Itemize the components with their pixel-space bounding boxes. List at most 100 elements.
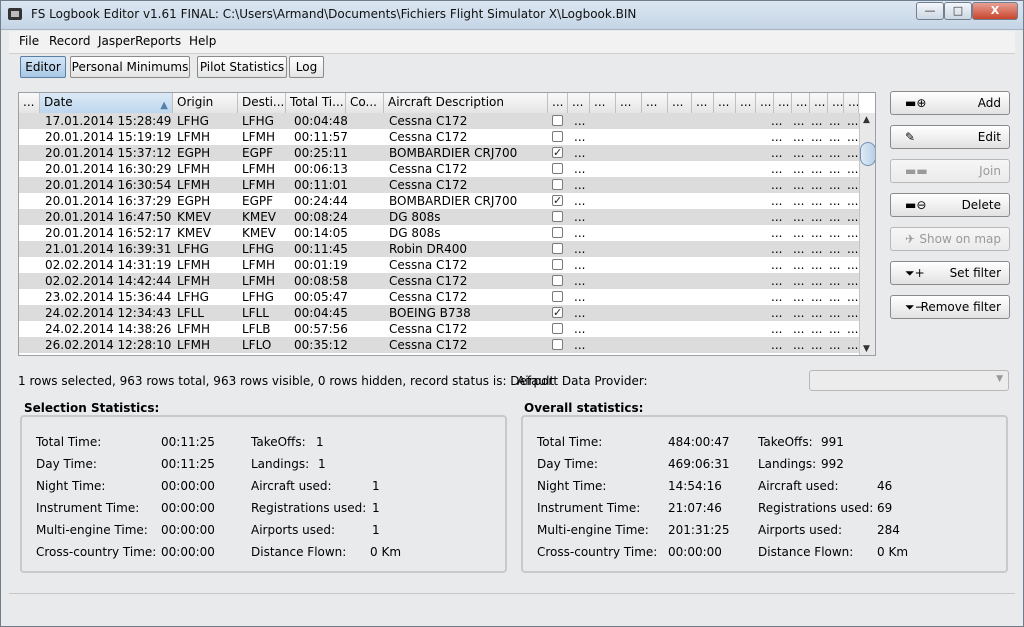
column-header[interactable]: ... [568, 93, 590, 113]
row-checkbox[interactable] [552, 179, 563, 190]
row-checkbox[interactable] [552, 323, 563, 334]
row-checkbox[interactable]: ✓ [552, 307, 563, 318]
stat-label: Total Time: [537, 435, 603, 449]
remove-filter-button[interactable]: ⏷− Remove filter [890, 295, 1010, 319]
menu-jasperreports[interactable]: JasperReports [98, 34, 181, 48]
row-checkbox[interactable] [552, 163, 563, 174]
table-cell-aircraft: Cessna C172 [389, 130, 468, 144]
column-header[interactable]: ... [714, 93, 736, 113]
airport-provider-select[interactable]: ▼ [809, 370, 1009, 391]
table-row[interactable]: 02.02.2014 14:42:44 LFMH LFMH 00:08:58 Cessn… [19, 273, 859, 289]
table-row[interactable]: 20.01.2014 16:47:50 KMEV KMEV 00:08:24 DG 80… [19, 209, 859, 225]
column-header[interactable]: ... [692, 93, 714, 113]
table-cell-date: 26.02.2014 12:28:10 [45, 338, 172, 352]
tab-pilot-statistics[interactable]: Pilot Statistics [197, 56, 287, 78]
close-button[interactable]: X [972, 2, 1018, 20]
column-header[interactable]: Co... [346, 93, 384, 113]
table-cell-ellipsis: ... [771, 226, 783, 240]
column-header[interactable]: Desti... [238, 93, 286, 113]
column-header[interactable]: ... [774, 93, 792, 113]
table-cell-ellipsis: ... [793, 258, 805, 272]
table-cell-ellipsis: ... [811, 130, 823, 144]
row-checkbox[interactable]: ✓ [552, 147, 563, 158]
row-checkbox[interactable] [552, 291, 563, 302]
row-checkbox[interactable] [552, 259, 563, 270]
row-checkbox[interactable] [552, 339, 563, 350]
add-icon: ▬⊕ [905, 96, 927, 110]
delete-button[interactable]: ▬⊖ Delete [890, 193, 1010, 217]
vertical-scrollbar[interactable]: ▲ ▼ [859, 113, 875, 355]
tab-editor[interactable]: Editor [20, 56, 66, 78]
tab-log[interactable]: Log [289, 56, 324, 78]
scroll-thumb[interactable] [860, 142, 875, 166]
table-cell-dest: LFMH [242, 130, 275, 144]
column-header[interactable]: ... [756, 93, 774, 113]
scroll-up-icon[interactable]: ▲ [863, 115, 870, 125]
column-header[interactable]: ... [19, 93, 40, 113]
column-header[interactable]: ... [548, 93, 568, 113]
table-cell-ellipsis: ... [829, 194, 841, 208]
column-header[interactable]: ... [616, 93, 642, 113]
table-row[interactable]: 20.01.2014 15:37:12 EGPH EGPF 00:25:11 BOMBA… [19, 145, 859, 161]
table-cell-dest: LFMH [242, 274, 275, 288]
column-header[interactable]: Total Ti... [286, 93, 346, 113]
add-button[interactable]: ▬⊕ Add [890, 91, 1010, 115]
column-header[interactable]: ... [792, 93, 810, 113]
stat-label: Registrations used: [758, 501, 874, 515]
column-header[interactable]: Aircraft Description [384, 93, 548, 113]
table-row[interactable]: 20.01.2014 16:52:17 KMEV KMEV 00:14:05 DG 80… [19, 225, 859, 241]
table-row[interactable]: 02.02.2014 14:31:19 LFMH LFMH 00:01:19 Cessn… [19, 257, 859, 273]
table-cell-ellipsis: ... [771, 258, 783, 272]
table-cell-ellipsis: ... [811, 226, 823, 240]
table-row[interactable]: 17.01.2014 15:28:49 LFHG LFHG 00:04:48 Cessn… [19, 113, 859, 129]
stat-value: 1 [372, 523, 380, 537]
minimize-button[interactable]: — [916, 2, 944, 20]
table-row[interactable]: 23.02.2014 15:36:44 LFHG LFHG 00:05:47 Cessn… [19, 289, 859, 305]
row-checkbox[interactable] [552, 275, 563, 286]
maximize-button[interactable]: □ [944, 2, 972, 20]
table-cell-total: 00:11:45 [294, 242, 348, 256]
column-header[interactable]: ... [844, 93, 859, 113]
table-cell-ellipsis: ... [847, 210, 859, 224]
table-row[interactable]: 20.01.2014 16:30:54 LFMH LFMH 00:11:01 Cessn… [19, 177, 859, 193]
column-header[interactable]: Origin [173, 93, 238, 113]
table-row[interactable]: 24.02.2014 14:38:26 LFMH LFLB 00:57:56 Cessn… [19, 321, 859, 337]
scroll-down-icon[interactable]: ▼ [863, 344, 870, 354]
table-cell-ellipsis: ... [574, 226, 586, 240]
column-header[interactable]: ... [642, 93, 668, 113]
column-header[interactable]: ... [810, 93, 828, 113]
table-cell-aircraft: DG 808s [389, 210, 441, 224]
table-cell-origin: LFMH [177, 130, 210, 144]
row-checkbox[interactable] [552, 131, 563, 142]
table-row[interactable]: 20.01.2014 16:37:29 EGPH EGPF 00:24:44 BOMBA… [19, 193, 859, 209]
menu-record[interactable]: Record [49, 34, 90, 48]
column-header[interactable]: Date ▲ [40, 93, 173, 113]
tab-personal-minimums[interactable]: Personal Minimums [70, 56, 190, 78]
table-cell-ellipsis: ... [847, 178, 859, 192]
table-row[interactable]: 20.01.2014 16:30:29 LFMH LFMH 00:06:13 Cessn… [19, 161, 859, 177]
stat-value: 0 Km [370, 545, 402, 559]
stat-value: 00:00:00 [161, 523, 215, 537]
column-header[interactable]: ... [828, 93, 844, 113]
menu-file[interactable]: File [19, 34, 39, 48]
stat-value: 1 [372, 501, 380, 515]
table-row[interactable]: 20.01.2014 15:19:19 LFMH LFMH 00:11:57 Cessn… [19, 129, 859, 145]
table-row[interactable]: 26.02.2014 12:28:10 LFMH LFLO 00:35:12 Cessn… [19, 337, 859, 353]
menu-help[interactable]: Help [189, 34, 216, 48]
row-checkbox[interactable] [552, 211, 563, 222]
row-checkbox[interactable] [552, 227, 563, 238]
row-checkbox[interactable] [552, 115, 563, 126]
set-filter-button[interactable]: ⏷+ Set filter [890, 261, 1010, 285]
show-on-map-button[interactable]: ✈ Show on map [890, 227, 1010, 251]
row-checkbox[interactable]: ✓ [552, 195, 563, 206]
column-header[interactable]: ... [668, 93, 692, 113]
row-checkbox[interactable] [552, 243, 563, 254]
table-cell-ellipsis: ... [829, 130, 841, 144]
column-header[interactable]: ... [590, 93, 616, 113]
edit-button[interactable]: ✎ Edit [890, 125, 1010, 149]
join-button[interactable]: ▬▬ Join [890, 159, 1010, 183]
column-header[interactable]: ... [736, 93, 756, 113]
table-cell-total: 00:11:57 [294, 130, 348, 144]
table-row[interactable]: 21.01.2014 16:39:31 LFHG LFHG 00:11:45 Robin… [19, 241, 859, 257]
table-row[interactable]: 24.02.2014 12:34:43 LFLL LFLL 00:04:45 BOEIN… [19, 305, 859, 321]
